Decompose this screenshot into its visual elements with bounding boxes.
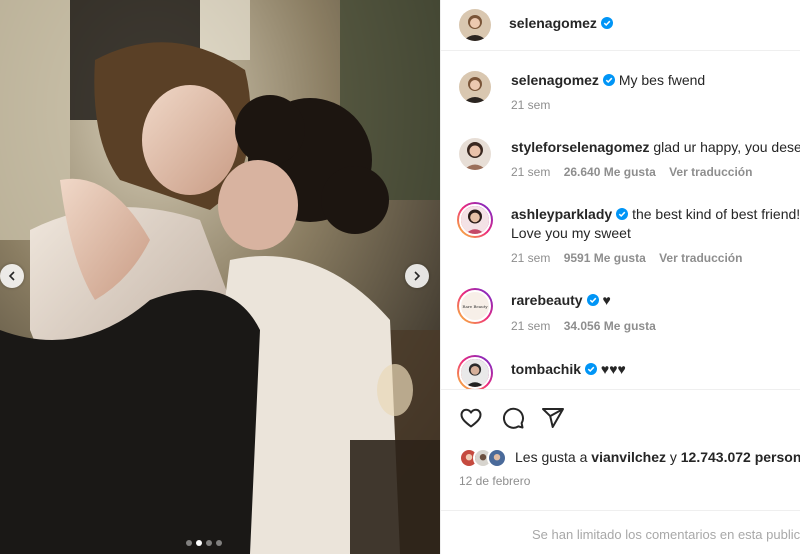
post-header: selenagomez	[441, 0, 800, 51]
caption-text: My bes fwend	[618, 72, 706, 88]
see-translation-link[interactable]: Ver traducción	[659, 251, 742, 265]
carousel-dot	[186, 540, 192, 546]
comment-likes[interactable]: 34.056 Me gusta	[564, 319, 656, 333]
see-translation-link[interactable]: Ver traducción	[669, 165, 752, 179]
heart-icon	[460, 408, 482, 428]
comment-username[interactable]: styleforselenagomez	[511, 139, 650, 155]
comment-username[interactable]: ashleyparklady	[511, 206, 612, 222]
comment-item: ashleyparklady the best kind of best fri…	[441, 201, 800, 281]
share-icon	[542, 408, 564, 428]
caption-username[interactable]: selenagomez	[511, 72, 599, 88]
comment-avatar[interactable]	[459, 138, 491, 170]
liker-username[interactable]: vianvilchez	[591, 449, 666, 465]
comment-item: styleforselenagomez glad ur happy, you d…	[441, 135, 800, 195]
comment-time: 21 sem	[511, 319, 551, 333]
verified-badge-icon	[586, 294, 599, 306]
likes-summary: Les gusta a vianvilchez y 12.743.072 per…	[459, 448, 800, 468]
verified-badge-icon	[616, 208, 629, 220]
comment-likes[interactable]: 9591 Me gusta	[564, 251, 646, 265]
liker-avatar	[487, 448, 507, 468]
next-slide-button[interactable]	[405, 264, 429, 288]
comment-item: tombachik ♥♥♥	[441, 354, 800, 389]
author-avatar[interactable]	[459, 9, 491, 41]
comment-username[interactable]: tombachik	[511, 361, 581, 377]
comment-likes[interactable]: 26.640 Me gusta	[564, 165, 656, 179]
comment-item: Rare Beauty rarebeauty ♥ 21 sem 34.056 M…	[441, 287, 800, 347]
comment-avatar-story-ring[interactable]	[457, 355, 493, 389]
verified-badge-icon	[602, 74, 615, 86]
rarebeauty-logo: Rare Beauty	[462, 303, 488, 309]
comment-button[interactable]	[501, 406, 525, 430]
carousel-dot	[206, 540, 212, 546]
post-date[interactable]: 12 de febrero	[459, 474, 530, 488]
carousel-indicator	[186, 540, 222, 546]
previous-slide-button[interactable]	[0, 264, 24, 288]
likes-count[interactable]: 12.743.072 personas	[681, 449, 800, 465]
comment-icon	[502, 407, 524, 429]
likes-text: Les gusta a vianvilchez y 12.743.072 per…	[515, 449, 800, 465]
post-photo	[0, 0, 440, 554]
carousel-dot-active	[196, 540, 202, 546]
comment-text: ♥	[602, 292, 611, 308]
comment-time: 21 sem	[511, 165, 551, 179]
post-sidebar: selenagomez selenagomez My bes fwend 21 …	[440, 0, 800, 554]
caption-time: 21 sem	[511, 98, 551, 112]
chevron-left-icon	[8, 271, 15, 281]
verified-badge-icon	[585, 363, 598, 375]
comment-text: glad ur happy, you deserve it	[653, 139, 800, 155]
likes-and: y	[669, 449, 677, 465]
post-caption: selenagomez My bes fwend 21 sem	[441, 65, 800, 125]
author-username[interactable]: selenagomez	[509, 15, 597, 31]
comment-text: ♥♥♥	[600, 361, 626, 377]
share-button[interactable]	[541, 406, 565, 430]
caption-avatar[interactable]	[459, 71, 491, 103]
comment-avatar-story-ring[interactable]: Rare Beauty	[457, 288, 493, 324]
chevron-right-icon	[414, 271, 421, 281]
comment-username[interactable]: rarebeauty	[511, 292, 583, 308]
comment-time: 21 sem	[511, 251, 551, 265]
like-button[interactable]	[459, 406, 483, 430]
comments-list: selenagomez My bes fwend 21 sem stylefor…	[441, 51, 800, 389]
post-actions: Les gusta a vianvilchez y 12.743.072 per…	[441, 389, 800, 554]
likes-prefix: Les gusta a	[515, 449, 588, 465]
carousel-dot	[216, 540, 222, 546]
post-image	[0, 0, 440, 554]
comment-avatar-story-ring[interactable]	[457, 202, 493, 238]
comments-limited-notice: Se han limitado los comentarios en esta …	[441, 510, 800, 554]
verified-badge-icon	[600, 17, 613, 29]
